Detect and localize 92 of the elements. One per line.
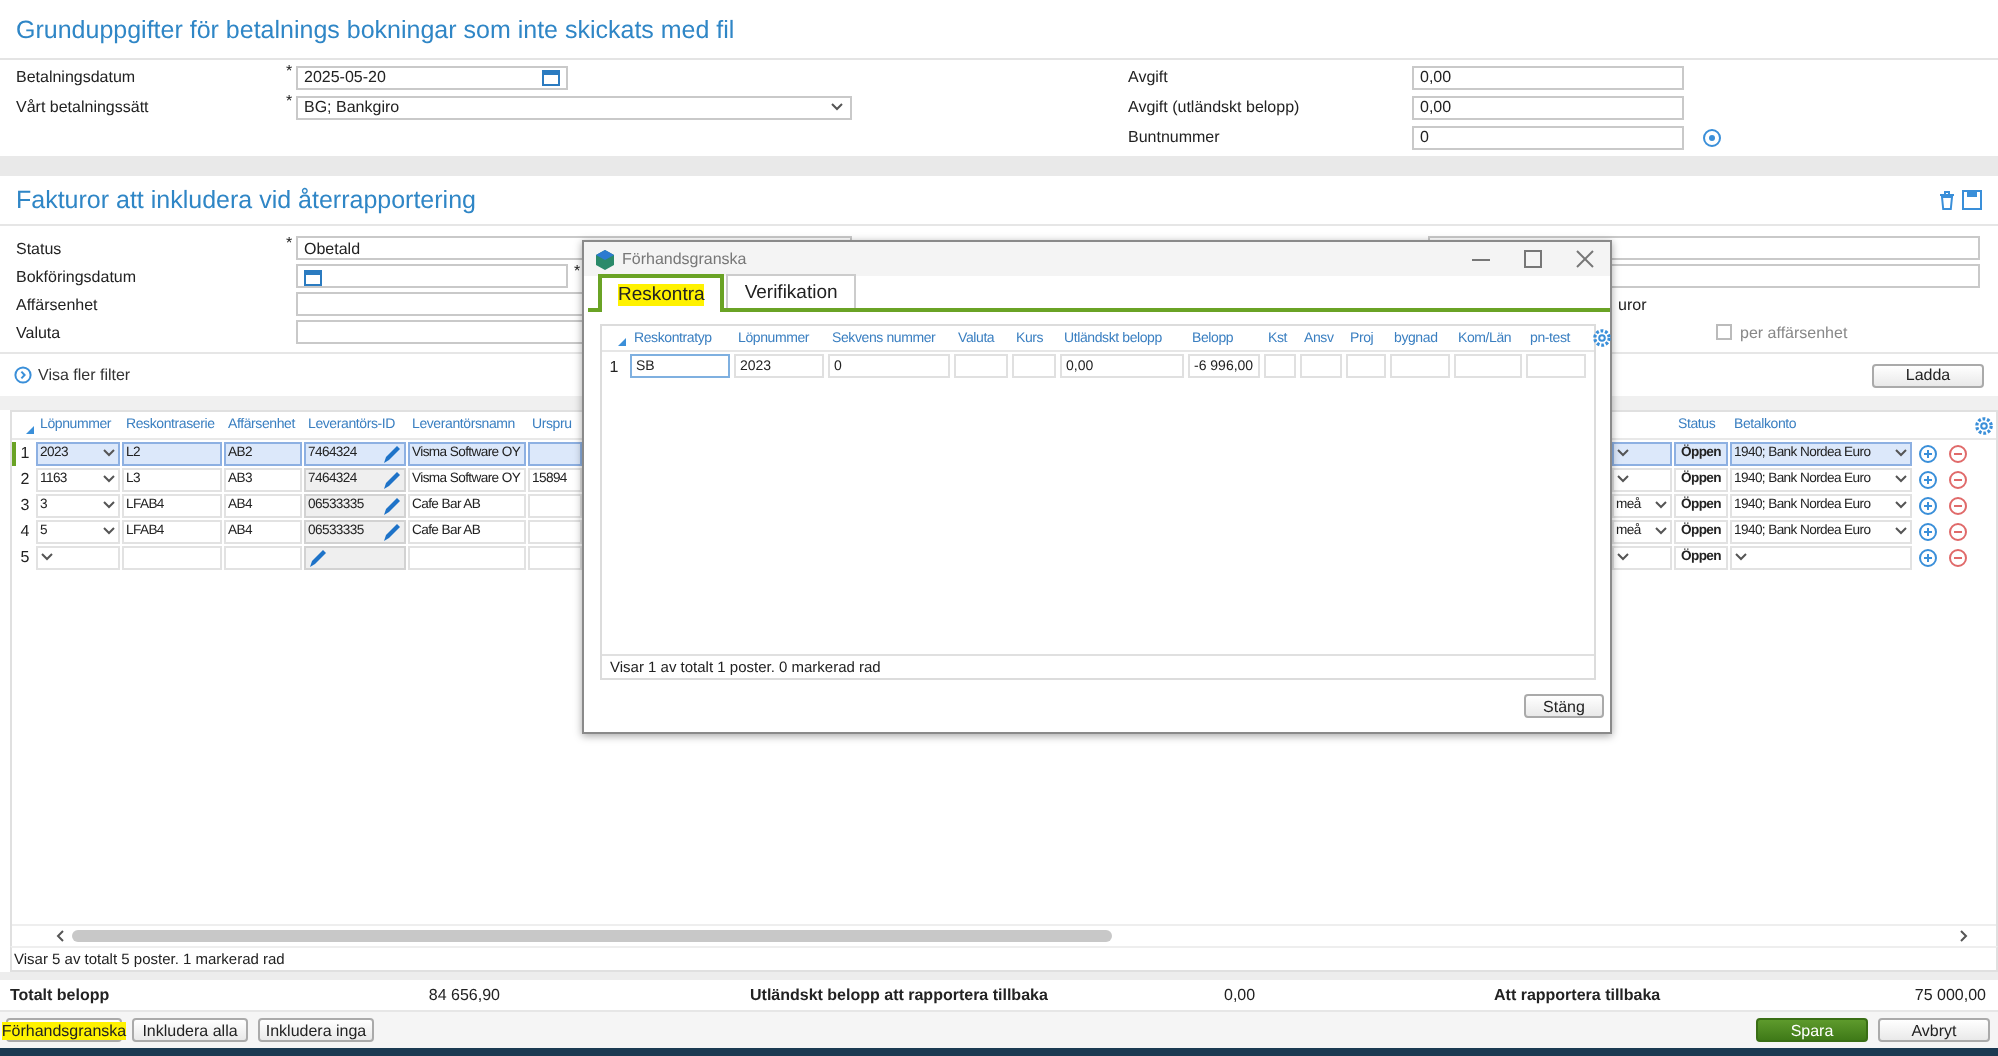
table-cell (224, 545, 302, 569)
chevron-down-icon[interactable] (102, 448, 116, 458)
remove-icon[interactable] (1947, 469, 1967, 489)
section-title: Fakturor att inkludera vid återrapportering (16, 186, 476, 214)
chevron-down-icon[interactable] (1894, 526, 1908, 536)
table-cell (408, 545, 526, 569)
maximize-icon[interactable] (1524, 250, 1542, 268)
calendar-icon[interactable] (542, 68, 560, 86)
cancel-button[interactable]: Avbryt (1878, 1018, 1990, 1042)
trash-icon[interactable] (1938, 190, 1956, 210)
total-value: 75 000,00 (1912, 986, 1988, 1004)
field-label: Betalningsdatum (16, 68, 138, 86)
chevron-down-icon[interactable] (1654, 526, 1668, 536)
option-label: uror (1618, 295, 1647, 313)
pencil-icon[interactable] (308, 547, 328, 567)
chevron-down-icon[interactable] (1894, 448, 1908, 458)
total-label: Att rapportera tillbaka (1494, 986, 1663, 1004)
lookup-cell[interactable] (304, 545, 406, 569)
date-field[interactable] (296, 264, 568, 288)
row-number: 4 (18, 519, 32, 543)
remove-icon[interactable] (1947, 547, 1967, 567)
load-button[interactable]: Ladda (1872, 363, 1984, 387)
chevron-down-icon[interactable] (102, 474, 116, 484)
tab[interactable]: Verifikation (726, 274, 856, 308)
table-cell (528, 441, 582, 465)
field-label: Avgift (utländskt belopp) (1128, 98, 1302, 116)
chevron-down-icon[interactable] (102, 500, 116, 510)
add-icon[interactable] (1917, 521, 1937, 541)
required-mark: * (286, 92, 295, 110)
settings-icon[interactable] (1974, 415, 1994, 435)
add-icon[interactable] (1917, 495, 1937, 515)
input-field[interactable]: 0,00 (1412, 95, 1684, 119)
settings-icon[interactable] (1592, 328, 1612, 348)
chevron-down-icon[interactable] (1654, 500, 1668, 510)
chevron-down-icon[interactable] (1734, 552, 1748, 562)
field-label: Status (16, 239, 64, 257)
row-number: 5 (18, 545, 32, 569)
row-number: 2 (18, 467, 32, 491)
scroll-left-icon[interactable] (56, 930, 64, 942)
save-icon[interactable] (1962, 190, 1982, 210)
field-label: Valuta (16, 323, 63, 341)
chevron-down-icon[interactable] (1616, 448, 1630, 458)
remove-icon[interactable] (1947, 443, 1967, 463)
chevron-down-icon[interactable] (1894, 474, 1908, 484)
table-cell (122, 545, 222, 569)
field-label: Buntnummer (1128, 128, 1222, 146)
add-icon[interactable] (1917, 469, 1937, 489)
chevron-down-icon[interactable] (102, 526, 116, 536)
calendar-icon[interactable] (304, 267, 322, 285)
section-title: Grunduppgifter för betalnings bokningar som inte skickats med fil (16, 15, 735, 43)
remove-icon[interactable] (1947, 521, 1967, 541)
sort-corner-icon (618, 338, 626, 346)
field-label: Affärsenhet (16, 295, 100, 313)
total-value: 84 656,90 (426, 986, 500, 1004)
chevron-down-icon[interactable] (40, 552, 54, 562)
required-mark: * (286, 62, 295, 80)
total-label: Totalt belopp (10, 986, 112, 1004)
input-field[interactable]: 0,00 (1412, 65, 1684, 89)
select-cell[interactable] (1612, 441, 1672, 465)
add-icon[interactable] (1917, 547, 1937, 567)
app-logo-icon (596, 249, 614, 269)
sort-corner-icon (26, 426, 34, 434)
action-button[interactable]: Inkludera alla (132, 1018, 248, 1042)
required-mark: * (286, 234, 295, 252)
more-filters-link[interactable]: Visa fler filter (14, 366, 131, 384)
chevron-down-icon[interactable] (1616, 552, 1630, 562)
row-number: 3 (18, 493, 32, 517)
date-field[interactable]: 2025-05-20 (296, 65, 568, 89)
close-button[interactable]: Stäng (1524, 694, 1604, 718)
chevron-down-icon[interactable] (1894, 500, 1908, 510)
total-value: 0,00 (1224, 986, 1258, 1004)
checkbox-label: per affärsenhet (1740, 323, 1848, 341)
action-button[interactable]: Inkludera inga (258, 1018, 374, 1042)
field-label: Avgift (1128, 68, 1170, 86)
select-field[interactable]: BG; Bankgiro (296, 95, 852, 119)
input-field[interactable]: 0 (1412, 125, 1684, 149)
remove-icon[interactable] (1947, 495, 1967, 515)
total-label: Utländskt belopp att rapportera tillbaka (750, 986, 1050, 1004)
add-icon[interactable] (1917, 443, 1937, 463)
chevron-down-icon[interactable] (1616, 474, 1630, 484)
action-button[interactable]: Förhandsgranska (6, 1018, 122, 1042)
save-button[interactable]: Spara (1756, 1018, 1868, 1042)
expand-icon[interactable] (14, 366, 32, 384)
required-mark: * (574, 262, 581, 280)
scroll-right-icon[interactable] (1960, 930, 1968, 942)
checkbox[interactable] (1716, 324, 1732, 340)
row-number: 1 (607, 357, 621, 375)
chevron-down-icon[interactable] (830, 102, 844, 112)
field-label: Vårt betalningssätt (16, 98, 151, 116)
close-icon[interactable] (1576, 250, 1594, 268)
field-label: Bokföringsdatum (16, 267, 139, 285)
add-icon[interactable] (1702, 127, 1722, 147)
